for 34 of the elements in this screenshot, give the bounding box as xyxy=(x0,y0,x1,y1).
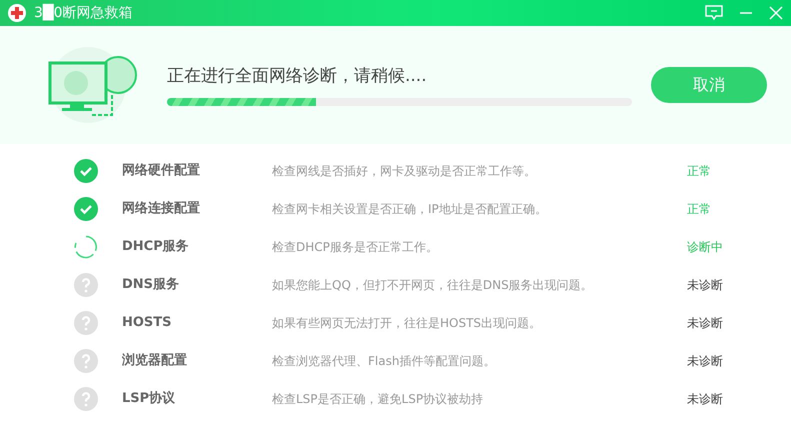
check-name: 网络硬件配置 xyxy=(122,162,201,180)
check-description: 检查LSP是否正确，避免LSP协议被劫持 xyxy=(272,391,484,408)
spinner-icon xyxy=(74,235,98,259)
question-icon xyxy=(74,387,98,411)
feedback-icon[interactable] xyxy=(705,5,723,21)
check-status: 未诊断 xyxy=(687,277,723,294)
question-icon xyxy=(74,311,98,335)
check-icon xyxy=(74,197,98,221)
cancel-button[interactable]: 取消 xyxy=(651,67,767,103)
question-icon xyxy=(74,273,98,297)
check-description: 如果您能上QQ，但打不开网页，往往是DNS服务出现问题。 xyxy=(272,277,594,294)
check-name: DNS服务 xyxy=(122,276,180,294)
check-icon xyxy=(74,159,98,183)
check-description: 如果有些网页无法打开，往往是HOSTS出现问题。 xyxy=(272,315,542,332)
check-name: 浏览器配置 xyxy=(122,352,188,370)
check-name: HOSTS xyxy=(122,314,173,332)
check-status: 未诊断 xyxy=(687,353,723,370)
check-status: 正常 xyxy=(687,201,711,218)
window-title: 3█0断网急救箱 xyxy=(34,2,133,22)
check-status: 正常 xyxy=(687,163,711,180)
check-description: 检查网卡相关设置是否正确，IP地址是否配置正确。 xyxy=(272,201,548,218)
check-name: 网络连接配置 xyxy=(122,200,201,218)
check-status: 诊断中 xyxy=(687,239,723,256)
check-description: 检查浏览器代理、Flash插件等配置问题。 xyxy=(272,353,496,370)
close-icon[interactable] xyxy=(769,6,783,20)
status-message: 正在进行全面网络诊断，请稍候.... xyxy=(167,65,428,88)
check-status: 未诊断 xyxy=(687,391,723,408)
check-description: 检查网线是否插好，网卡及驱动是否正常工作等。 xyxy=(272,163,537,180)
check-status: 未诊断 xyxy=(687,315,723,332)
first-aid-cross-icon xyxy=(8,4,26,22)
check-name: DHCP服务 xyxy=(122,238,190,256)
check-description: 检查DHCP服务是否正常工作。 xyxy=(272,239,439,256)
check-name: LSP协议 xyxy=(122,390,176,408)
question-icon xyxy=(74,349,98,373)
